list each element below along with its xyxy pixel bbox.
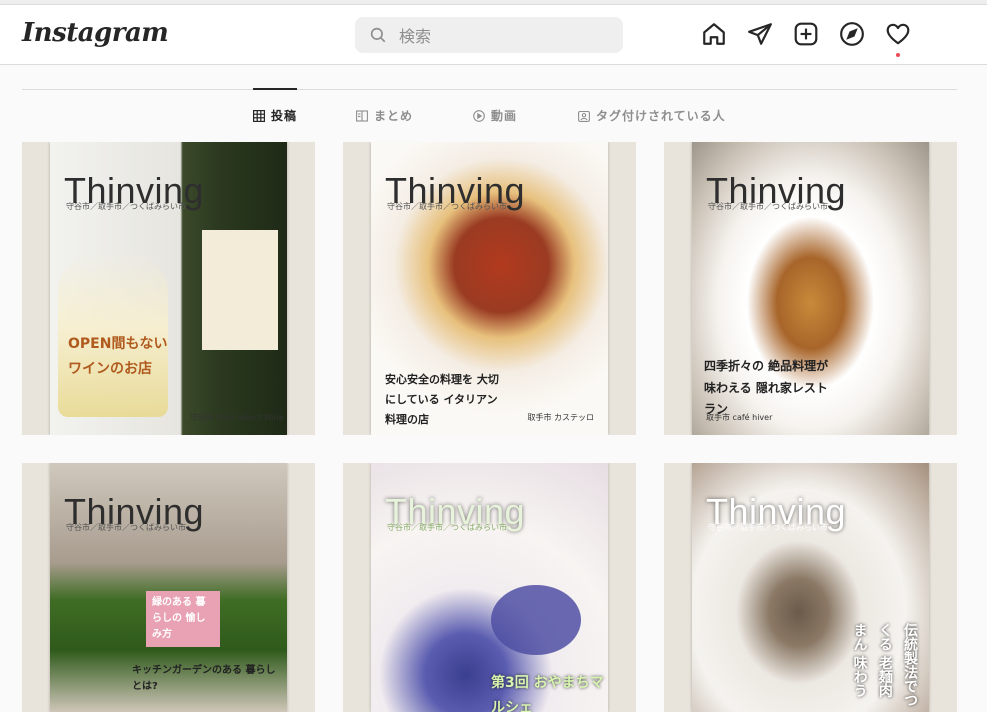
pansy-flower-image [491,585,581,655]
tab-posts-label: 投稿 [271,109,298,123]
tab-tagged[interactable]: タグ付けされている人 [578,107,726,124]
cover-subtitle: 守谷市／取手市／つくばみらい市 [708,202,828,211]
notification-dot [896,53,900,57]
activity-heart-icon[interactable] [884,20,912,57]
search-icon [370,27,386,43]
cover-credit: 守谷市 Alby Select Wine [190,413,284,422]
tab-guides[interactable]: まとめ [356,107,413,124]
post-tile[interactable]: Thinving 守谷市／取手市／つくばみらい市 伝統製法でつくる 老麺肉まん … [664,463,957,712]
cover-subtitle: 守谷市／取手市／つくばみらい市 [387,202,507,211]
magazine-cover-image: Thinving 守谷市／取手市／つくばみらい市 四季折々の 絶品料理が味わえる… [692,142,929,435]
tab-guides-label: まとめ [374,109,414,123]
cover-credit: 取手市 カステッロ [527,413,594,422]
new-post-icon[interactable] [792,20,820,48]
post-tile[interactable]: Thinving 守谷市／取手市／つくばみらい市 安心安全の料理を 大切にしてい… [343,142,636,435]
tab-posts[interactable]: 投稿 [253,107,297,124]
magazine-cover-image: Thinving 守谷市／取手市／つくばみらい市 安心安全の料理を 大切にしてい… [371,142,608,435]
active-tab-indicator [253,88,297,90]
magazine-cover-image: Thinving 守谷市／取手市／つくばみらい市 伝統製法でつくる 老麺肉まん … [692,463,929,712]
magazine-cover-image: Thinving 守谷市／取手市／つくばみらい市 第3回 おやまちマルシェ [371,463,608,712]
post-tile[interactable]: Thinving 守谷市／取手市／つくばみらい市 四季折々の 絶品料理が味わえる… [664,142,957,435]
cover-caption: 安心安全の料理を 大切にしている イタリアン料理の店 [385,373,499,426]
search-input[interactable]: 検索 [355,17,623,53]
cover-caption-secondary: キッチンガーデンのある 暮らしとは? [132,665,276,692]
explore-icon[interactable] [838,20,866,48]
guide-icon [356,109,368,122]
post-tile[interactable]: Thinving 守谷市／取手市／つくばみらい市 緑のある 暮らしの 愉しみ方 … [22,463,315,712]
cover-caption: OPEN間もない ワインのお店 [68,336,168,378]
direct-message-icon[interactable] [746,20,774,48]
video-icon [473,109,485,122]
cover-caption: 緑のある 暮らしの 愉しみ方 [146,591,220,647]
tab-tagged-label: タグ付けされている人 [596,109,726,123]
top-navigation-bar: Instagram 検索 [0,5,987,65]
tabs-divider [22,89,957,90]
cover-subtitle: 守谷市／取手市／つくばみらい市 [708,523,828,532]
instagram-logo[interactable]: Instagram [22,18,169,48]
post-tile[interactable]: Thinving 守谷市／取手市／つくばみらい市 第3回 おやまちマルシェ [343,463,636,712]
cover-subtitle: 守谷市／取手市／つくばみらい市 [387,523,507,532]
cover-caption: 第3回 おやまちマルシェ [491,675,604,712]
grid-icon [253,109,265,122]
home-icon[interactable] [700,20,728,48]
cover-credit: 取手市 café hiver [706,413,773,422]
tab-videos[interactable]: 動画 [473,107,517,124]
post-tile[interactable]: Thinving 守谷市／取手市／つくばみらい市 OPEN間もない ワインのお店… [22,142,315,435]
tagged-icon [578,110,590,122]
tab-videos-label: 動画 [491,109,518,123]
cover-subtitle: 守谷市／取手市／つくばみらい市 [66,523,186,532]
cover-subtitle: 守谷市／取手市／つくばみらい市 [66,202,186,211]
magazine-cover-image: Thinving 守谷市／取手市／つくばみらい市 OPEN間もない ワインのお店… [50,142,287,435]
magazine-cover-image: Thinving 守谷市／取手市／つくばみらい市 緑のある 暮らしの 愉しみ方 … [50,463,287,712]
search-placeholder: 検索 [399,27,432,46]
nav-icon-group [700,20,912,57]
wine-label-image [202,230,278,350]
cover-caption: 伝統製法でつくる 老麺肉まん 味わう [851,623,918,707]
